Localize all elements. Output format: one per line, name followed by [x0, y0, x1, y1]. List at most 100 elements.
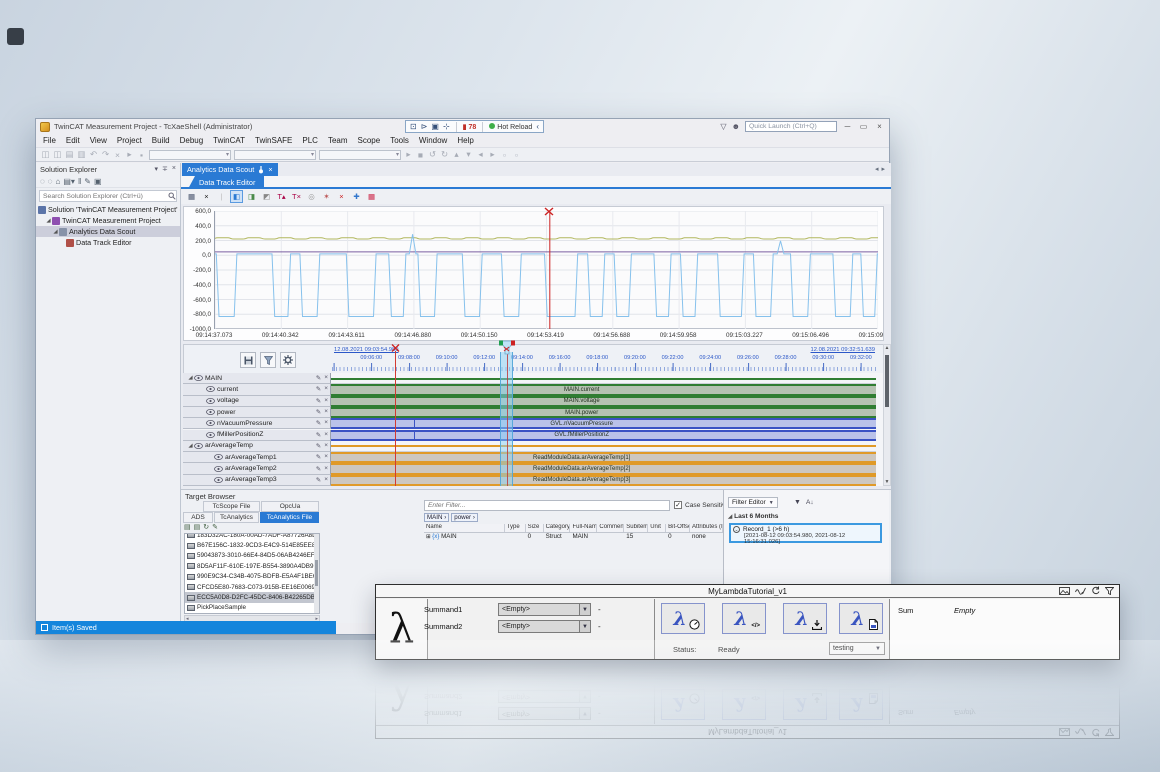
visibility-eye-icon[interactable]	[206, 386, 217, 392]
edit-track-icon[interactable]: ✎	[316, 419, 321, 427]
hot-reload-button[interactable]: Hot Reload	[489, 123, 532, 131]
tracks-vertical-scrollbar[interactable]: ▲ ▼	[883, 344, 891, 486]
pointer-icon[interactable]: ⊳	[421, 122, 428, 131]
remove-track-icon[interactable]: ×	[324, 408, 328, 416]
toolbar-icon-7[interactable]: ▸	[125, 149, 134, 160]
remove-track-icon[interactable]: ×	[324, 397, 328, 405]
track-bar-araveragetemp2[interactable]: ReadModuleData.arAverageTemp[2]	[331, 463, 876, 474]
remove-track-icon[interactable]: ×	[324, 419, 328, 427]
tab-tcscope-file[interactable]: TcScope File	[203, 501, 260, 512]
tab-analytics-data-scout[interactable]: Analytics Data Scout ×	[182, 163, 278, 176]
edit-track-icon[interactable]: ✎	[316, 408, 321, 416]
panel-close-icon[interactable]: ×	[172, 165, 176, 173]
track-tool-icon-10[interactable]: ×	[335, 190, 348, 203]
panel-menu-icon[interactable]: ▾	[155, 165, 159, 173]
se-tool-icon-6[interactable]: ▣	[94, 177, 102, 186]
toolbar-icon-0[interactable]: ◫	[41, 149, 50, 160]
menu-twincat[interactable]: TwinCAT	[208, 136, 250, 145]
filter-input[interactable]	[424, 500, 670, 511]
toolbar-combo-0[interactable]: ▾	[149, 150, 231, 160]
track-label-araveragetemp[interactable]: ◢arAverageTemp✎×	[183, 441, 331, 452]
track-tool-icon-0[interactable]: ▦	[185, 190, 198, 203]
tree-item-solution-twincat-measurement-p[interactable]: Solution 'TwinCAT Measurement Project' (…	[36, 204, 180, 215]
edit-track-icon[interactable]: ✎	[316, 374, 321, 382]
chart-cursor-marker[interactable]	[544, 207, 554, 216]
toolbar-icon-b4[interactable]: ▴	[452, 149, 461, 160]
remove-track-icon[interactable]: ×	[324, 442, 328, 450]
tab-tcanalytics-file[interactable]: TcAnalytics File	[260, 512, 319, 523]
path-chip-main[interactable]: MAIN ›	[424, 513, 449, 522]
remove-track-icon[interactable]: ×	[324, 431, 328, 439]
file-item[interactable]: ECC5A0D8-D2FC-45DC-8406-B42265DB2BE3	[185, 592, 319, 602]
track-tool-icon-1[interactable]: ×	[200, 190, 213, 203]
file-item[interactable]: TcMeasurement	[185, 613, 319, 614]
column-attributes-ins[interactable]: Attributes (Ins	[690, 524, 723, 532]
toolbar-icon-8[interactable]: ▪	[137, 150, 146, 160]
track-label-nvacuumpressure[interactable]: nVacuumPressure✎×	[183, 418, 331, 429]
menu-plc[interactable]: PLC	[297, 136, 323, 145]
track-tool-icon-11[interactable]: ✚	[350, 190, 363, 203]
tab-ads[interactable]: ADS	[183, 512, 213, 523]
solution-search-input[interactable]	[40, 193, 168, 200]
scrollbar-thumb[interactable]	[885, 355, 889, 407]
toolbar-icon-b1[interactable]: ■	[416, 150, 425, 160]
tree-item-data-track-editor[interactable]: Data Track Editor	[36, 237, 180, 248]
track-tool-icon-4[interactable]: ◨	[245, 190, 258, 203]
track-bar-araveragetemp1[interactable]: ReadModuleData.arAverageTemp[1]	[331, 452, 876, 463]
toolbar-icon-b9[interactable]: ▫	[512, 150, 521, 160]
minimize-button[interactable]: ─	[842, 122, 853, 132]
tab-nav-arrows[interactable]: ◂▸	[875, 165, 888, 173]
toolbar-icon-b0[interactable]: ▸	[404, 149, 413, 160]
toolbar-icon-2[interactable]: ▤	[65, 149, 74, 160]
track-tool-icon-5[interactable]: ◩	[260, 190, 273, 203]
remove-track-icon[interactable]: ×	[324, 374, 328, 382]
remove-track-icon[interactable]: ×	[324, 453, 328, 461]
toolbar-icon-4[interactable]: ↶	[89, 149, 98, 160]
column-unit[interactable]: Unit	[648, 524, 666, 532]
toolbar-icon-5[interactable]: ↷	[101, 149, 110, 160]
file-item[interactable]: 990E9C34-C34B-4075-BDFB-E5A4F1BE6AD9	[185, 572, 319, 582]
lambda-title-bar[interactable]: MyLambdaTutorial_v1	[376, 585, 1119, 598]
track-label-araveragetemp2[interactable]: arAverageTemp2✎×	[183, 463, 331, 474]
case-sensitive-checkbox[interactable]: ✓	[674, 501, 682, 509]
filter-editor-button[interactable]: Filter Editor▼	[728, 497, 778, 508]
pin-icon[interactable]: ∓	[162, 165, 168, 173]
param-dropdown-summand2[interactable]: <Empty>▼	[498, 620, 591, 633]
visibility-eye-icon[interactable]	[206, 420, 217, 426]
menu-scope[interactable]: Scope	[353, 136, 386, 145]
se-tool-icon-1[interactable]: ◌	[48, 177, 53, 186]
se-tool-icon-3[interactable]: ▤▾	[63, 177, 75, 186]
column-category[interactable]: Category	[544, 524, 571, 532]
frame-icon[interactable]: ▣	[431, 122, 439, 131]
track-settings-button[interactable]	[280, 352, 296, 368]
toolbar-icon-b3[interactable]: ↻	[440, 149, 449, 160]
filter-tracks-button[interactable]	[260, 352, 276, 368]
column-subitems[interactable]: Subitems	[624, 524, 648, 532]
track-tool-icon-9[interactable]: ✶	[320, 190, 333, 203]
lambda-run-config-button[interactable]: λ	[661, 603, 705, 634]
edit-track-icon[interactable]: ✎	[316, 453, 321, 461]
close-button[interactable]: ×	[874, 122, 885, 132]
se-tool-icon-0[interactable]: ◌	[40, 177, 45, 186]
visibility-eye-icon[interactable]	[194, 443, 205, 449]
toolbar-icon-b8[interactable]: ▫	[500, 150, 509, 160]
visibility-eye-icon[interactable]	[206, 432, 217, 438]
track-expander-icon[interactable]: ◢	[187, 375, 194, 381]
track-bar-power[interactable]: MAIN.power	[331, 407, 876, 418]
target-monitor-icon[interactable]: ⊡	[410, 122, 417, 131]
tree-item-twincat-measurement-project[interactable]: ◢TwinCAT Measurement Project	[36, 215, 180, 226]
menu-project[interactable]: Project	[112, 136, 147, 145]
funnel-icon[interactable]	[1105, 587, 1114, 595]
reload-icon[interactable]	[1091, 586, 1100, 595]
track-bar-current[interactable]: MAIN.current	[331, 384, 876, 395]
menu-view[interactable]: View	[85, 136, 112, 145]
sort-az-icon[interactable]: A↓	[806, 499, 814, 506]
toolbar-icon-1[interactable]: ◫	[53, 149, 62, 160]
track-label-current[interactable]: current✎×	[183, 384, 331, 395]
edit-track-icon[interactable]: ✎	[316, 465, 321, 473]
tab-opcua[interactable]: OpcUa	[261, 501, 319, 512]
edit-track-icon[interactable]: ✎	[316, 476, 321, 484]
track-label-voltage[interactable]: voltage✎×	[183, 396, 331, 407]
menu-team[interactable]: Team	[323, 136, 353, 145]
collapse-chevron-icon[interactable]: ‹	[536, 122, 539, 131]
